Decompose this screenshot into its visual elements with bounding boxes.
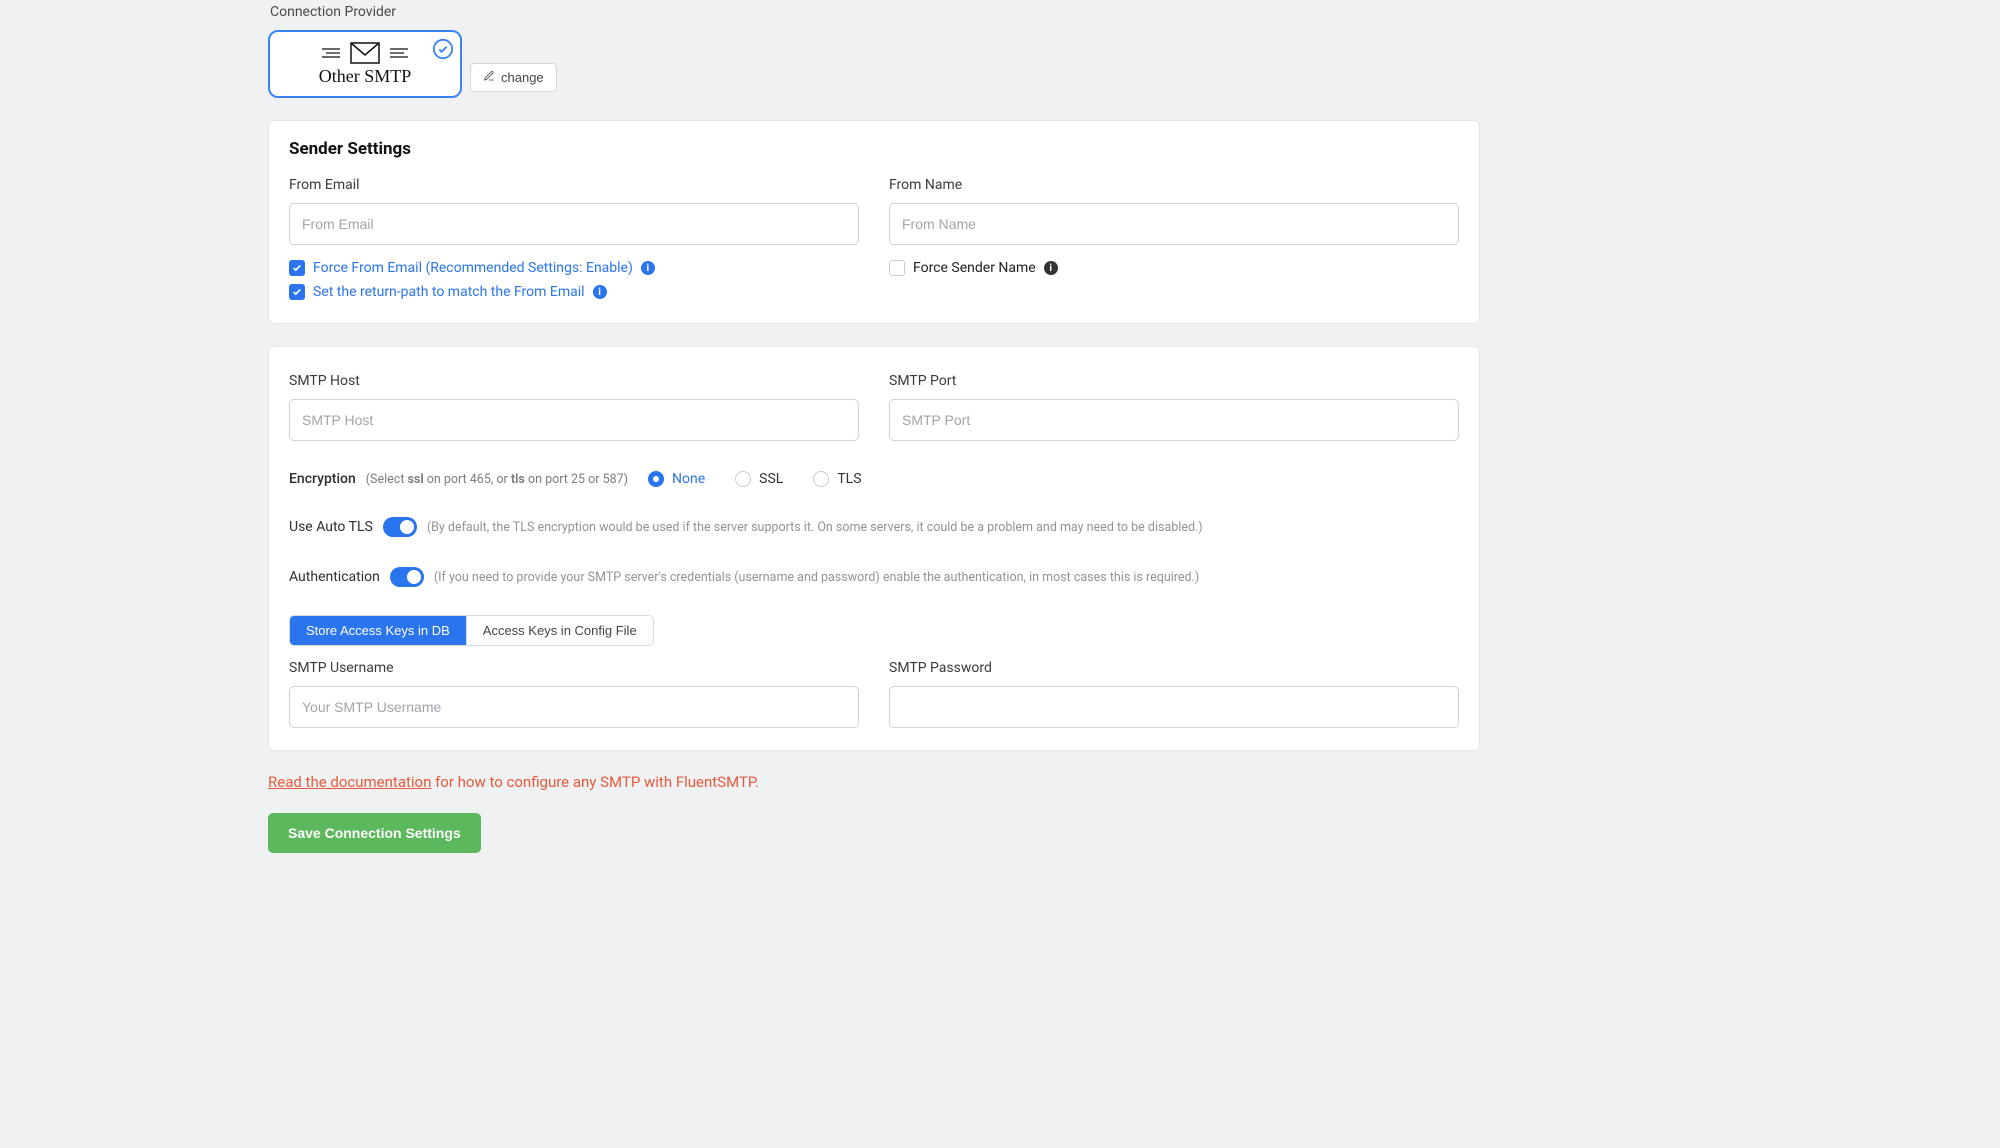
keys-config-file-button[interactable]: Access Keys in Config File: [466, 616, 653, 645]
encryption-tls-label: TLS: [837, 471, 861, 487]
change-button[interactable]: change: [470, 63, 557, 92]
check-circle-icon: [432, 38, 454, 60]
change-label: change: [501, 70, 544, 85]
return-path-label: Set the return-path to match the From Em…: [313, 283, 585, 301]
auto-tls-label: Use Auto TLS: [289, 519, 373, 535]
smtp-port-label: SMTP Port: [889, 373, 1459, 389]
store-keys-db-button[interactable]: Store Access Keys in DB: [290, 616, 466, 645]
force-sender-name-label: Force Sender Name: [913, 259, 1036, 277]
documentation-note: Read the documentation for how to config…: [268, 773, 1480, 791]
authentication-toggle[interactable]: [390, 567, 424, 587]
smtp-host-field[interactable]: [289, 399, 859, 441]
sender-settings-heading: Sender Settings: [289, 139, 1459, 159]
smtp-password-label: SMTP Password: [889, 660, 1459, 676]
provider-card[interactable]: Other SMTP: [268, 30, 462, 98]
force-from-email-label: Force From Email (Recommended Settings: …: [313, 259, 633, 277]
documentation-link[interactable]: Read the documentation: [268, 773, 431, 791]
encryption-hint: (Select ssl on port 465, or tls on port …: [366, 472, 628, 487]
encryption-radio-none[interactable]: None: [648, 471, 705, 487]
from-name-label: From Name: [889, 177, 1459, 193]
smtp-settings-panel: SMTP Host SMTP Port Encryption (Select s…: [268, 346, 1480, 751]
encryption-radio-tls[interactable]: TLS: [813, 471, 861, 487]
info-icon[interactable]: i: [593, 285, 607, 299]
from-email-field[interactable]: [289, 203, 859, 245]
smtp-host-label: SMTP Host: [289, 373, 859, 389]
smtp-username-field[interactable]: [289, 686, 859, 728]
encryption-ssl-label: SSL: [759, 471, 783, 487]
smtp-username-label: SMTP Username: [289, 660, 859, 676]
force-sender-name-checkbox[interactable]: [889, 260, 905, 276]
edit-icon: [483, 70, 495, 85]
smtp-password-field[interactable]: [889, 686, 1459, 728]
encryption-none-label: None: [672, 471, 705, 487]
from-email-label: From Email: [289, 177, 859, 193]
provider-title: Other SMTP: [319, 66, 412, 87]
return-path-checkbox[interactable]: [289, 284, 305, 300]
authentication-label: Authentication: [289, 569, 380, 585]
save-connection-button[interactable]: Save Connection Settings: [268, 813, 481, 853]
envelope-icon: [322, 42, 408, 64]
encryption-label: Encryption: [289, 471, 356, 487]
smtp-port-field[interactable]: [889, 399, 1459, 441]
info-icon[interactable]: i: [1044, 261, 1058, 275]
auto-tls-toggle[interactable]: [383, 517, 417, 537]
info-icon[interactable]: i: [641, 261, 655, 275]
force-from-email-checkbox[interactable]: [289, 260, 305, 276]
authentication-note: (If you need to provide your SMTP server…: [434, 570, 1199, 585]
auto-tls-note: (By default, the TLS encryption would be…: [427, 520, 1203, 535]
connection-provider-label: Connection Provider: [268, 4, 1480, 20]
sender-settings-panel: Sender Settings From Email Force From Em…: [268, 120, 1480, 324]
encryption-radio-ssl[interactable]: SSL: [735, 471, 783, 487]
from-name-field[interactable]: [889, 203, 1459, 245]
